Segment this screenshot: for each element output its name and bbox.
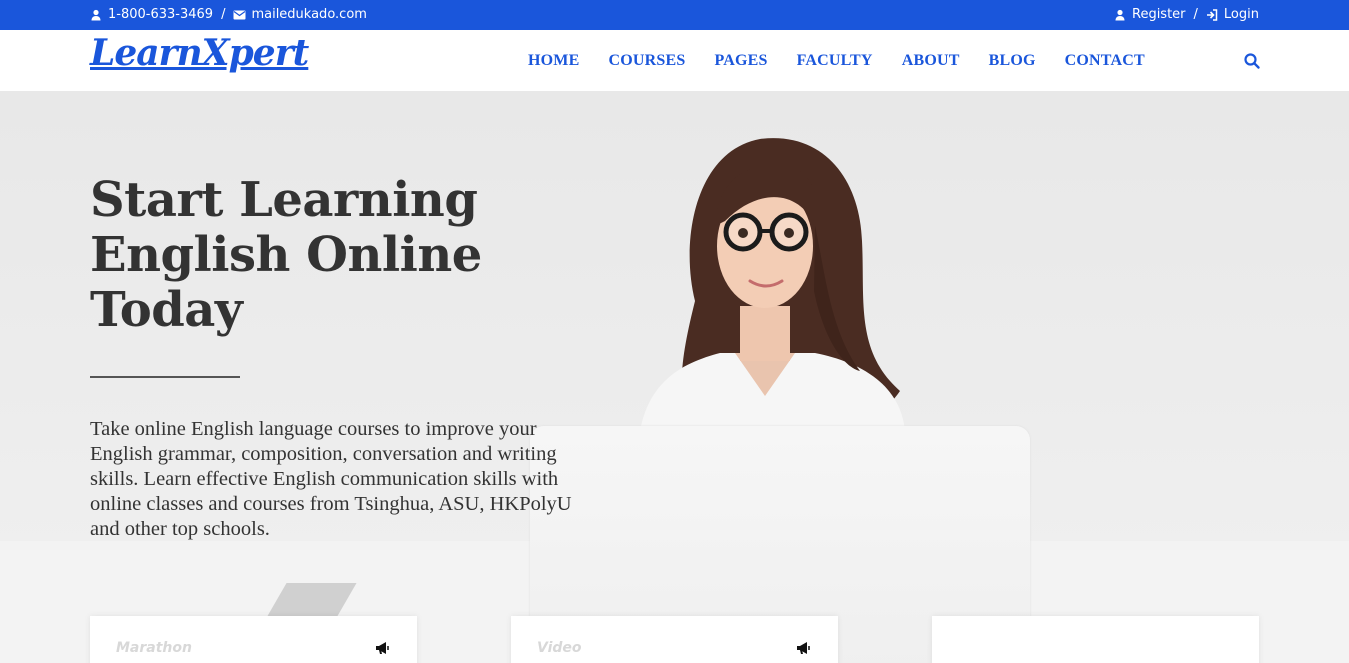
- nav-pages[interactable]: PAGES: [714, 52, 767, 70]
- hero-description: Take online English language courses to …: [90, 418, 572, 540]
- register-link[interactable]: Register: [1132, 7, 1186, 22]
- site-logo[interactable]: LearnXpert: [90, 32, 309, 74]
- megaphone-icon: [796, 641, 812, 655]
- nav-contact[interactable]: CONTACT: [1065, 52, 1145, 70]
- sign-in-icon: [1206, 8, 1218, 21]
- email-link[interactable]: mailedukado.com: [251, 7, 366, 22]
- user-icon: [1114, 9, 1126, 21]
- megaphone-icon: [375, 641, 391, 655]
- site-header: LearnXpert HOME COURSES PAGES FACULTY AB…: [0, 30, 1349, 91]
- hero-title-line: Start Learning: [90, 172, 478, 228]
- card-label: Marathon: [116, 640, 192, 656]
- account-links: Register / Login: [1114, 7, 1259, 22]
- nav-about[interactable]: ABOUT: [902, 52, 960, 70]
- contact-info: 1-800-633-3469 / mailedukado.com: [90, 7, 367, 22]
- nav-faculty[interactable]: FACULTY: [797, 52, 873, 70]
- separator: /: [221, 7, 226, 22]
- phone-number: 1-800-633-3469: [108, 7, 214, 22]
- nav-blog[interactable]: BLOG: [989, 52, 1036, 70]
- envelope-icon: [233, 9, 246, 21]
- separator: /: [1193, 7, 1198, 22]
- user-icon: [90, 9, 102, 21]
- feature-card[interactable]: [932, 616, 1259, 663]
- nav-home[interactable]: HOME: [528, 52, 579, 70]
- hero-title-line: Today: [90, 282, 243, 338]
- hero-title-line: English Online: [90, 227, 482, 283]
- search-icon[interactable]: [1243, 52, 1261, 70]
- feature-card[interactable]: Marathon: [90, 616, 417, 663]
- hero-section: Start Learning English Online Today Take…: [0, 91, 1349, 663]
- title-divider: [90, 376, 240, 378]
- main-nav: HOME COURSES PAGES FACULTY ABOUT BLOG CO…: [528, 52, 1174, 70]
- login-link[interactable]: Login: [1224, 7, 1259, 22]
- nav-courses[interactable]: COURSES: [608, 52, 685, 70]
- hero-title: Start Learning English Online Today: [90, 173, 510, 338]
- feature-card[interactable]: Video: [511, 616, 838, 663]
- card-label: Video: [537, 640, 582, 656]
- top-bar: 1-800-633-3469 / mailedukado.com Registe…: [0, 0, 1349, 30]
